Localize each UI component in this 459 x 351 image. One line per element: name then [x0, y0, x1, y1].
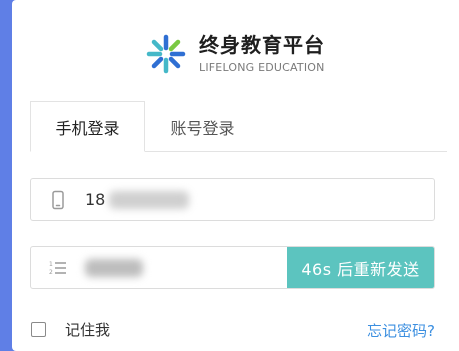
phone-icon: [52, 190, 64, 210]
brand-name-cn: 终身教育平台: [199, 33, 325, 57]
login-card: 终身教育平台 LIFELONG EDUCATION 手机登录 账号登录 18 1…: [12, 0, 459, 351]
resend-code-button[interactable]: 46s 后重新发送: [287, 247, 434, 288]
remember-label: 记住我: [65, 321, 111, 339]
tab-account-login[interactable]: 账号登录: [145, 101, 260, 152]
tab-phone-login[interactable]: 手机登录: [30, 101, 145, 152]
masked-phone-digits: [109, 191, 189, 209]
brand-name-en: LIFELONG EDUCATION: [199, 61, 325, 74]
asterisk-logo-icon: [146, 34, 186, 74]
remember-me[interactable]: 记住我: [31, 319, 110, 340]
remember-checkbox[interactable]: [31, 322, 46, 337]
svg-text:1: 1: [49, 261, 53, 268]
phone-input[interactable]: 18: [30, 178, 435, 221]
login-tabs: 手机登录 账号登录: [30, 101, 447, 152]
masked-code-digits: [85, 259, 143, 277]
verification-code-input[interactable]: 1 2 46s 后重新发送: [30, 246, 435, 289]
forgot-password-link[interactable]: 忘记密码?: [367, 320, 435, 341]
code-list-icon: 1 2: [49, 261, 66, 276]
phone-value: 18: [85, 190, 106, 209]
brand-header: 终身教育平台 LIFELONG EDUCATION: [145, 30, 325, 78]
svg-text:2: 2: [49, 269, 53, 276]
brand-text: 终身教育平台 LIFELONG EDUCATION: [199, 33, 325, 75]
